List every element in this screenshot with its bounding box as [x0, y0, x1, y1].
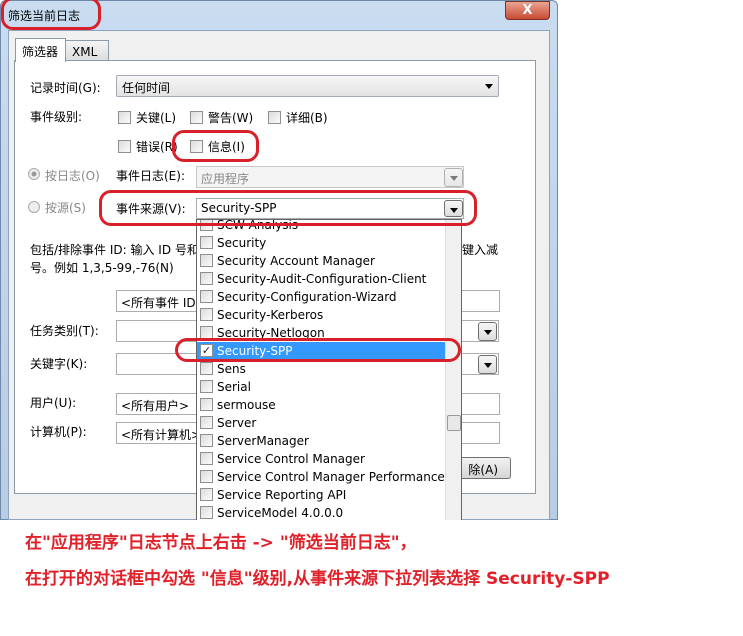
list-item[interactable]: Service Control Manager Performance: [197, 468, 445, 486]
checkbox[interactable]: [200, 398, 213, 411]
list-item-label: Service Control Manager: [217, 452, 365, 466]
list-item[interactable]: Security-Audit-Configuration-Client: [197, 270, 445, 288]
list-item[interactable]: Service Reporting API: [197, 486, 445, 504]
checkbox-critical[interactable]: [118, 111, 131, 124]
warning-label: 警告(W): [208, 111, 254, 125]
list-item-label: Service Reporting API: [217, 488, 347, 502]
checkbox[interactable]: [200, 290, 213, 303]
event-log-value: 应用程序: [201, 172, 250, 186]
checkbox[interactable]: [200, 308, 213, 321]
logged-value: 任何时间: [122, 81, 171, 95]
user-value: <所有用户>: [121, 399, 190, 413]
level-label: 事件级别:: [30, 110, 83, 124]
annotation-ring-title: [1, 0, 101, 30]
event-source-list[interactable]: SCW Analysis Security Security Account Man…: [196, 219, 462, 521]
radio-by-source[interactable]: [28, 201, 40, 213]
event-log-dropdown-button[interactable]: [444, 168, 463, 187]
checkbox[interactable]: [200, 236, 213, 249]
list-item[interactable]: Serial: [197, 378, 445, 396]
checkbox[interactable]: [200, 488, 213, 501]
list-item-label: Server: [217, 416, 257, 430]
radio-by-log[interactable]: [28, 168, 40, 180]
close-button[interactable]: X: [505, 1, 550, 20]
logged-combo[interactable]: 任何时间: [116, 75, 499, 97]
list-item[interactable]: sermouse: [197, 396, 445, 414]
include-text-line1: 包括/排除事件 ID: 输入 ID 号和: [30, 243, 199, 257]
checkbox[interactable]: [200, 272, 213, 285]
list-item-label: ServerManager: [217, 434, 309, 448]
list-item-label: ServiceModel 4.0.0.0: [217, 506, 344, 520]
list-item-label: sermouse: [217, 398, 276, 412]
by-log-label: 按日志(O): [45, 169, 100, 183]
checkbox[interactable]: [200, 470, 213, 483]
list-item[interactable]: Service Control Manager: [197, 450, 445, 468]
annotation-ring-event-source: [99, 190, 477, 226]
logged-label: 记录时间(G):: [30, 81, 101, 95]
checkbox-verbose[interactable]: [268, 111, 281, 124]
list-item[interactable]: ServerManager: [197, 432, 445, 450]
annotation-line1: 在"应用程序"日志节点上右击 -> "筛选当前日志"，: [25, 533, 417, 553]
checkbox-error[interactable]: [118, 140, 131, 153]
list-item-label: Security-Kerberos: [217, 308, 324, 322]
list-item[interactable]: Security: [197, 234, 445, 252]
list-item[interactable]: Server: [197, 414, 445, 432]
list-item-label: Sens: [217, 362, 246, 376]
annotation-note: 在"应用程序"日志节点上右击 -> "筛选当前日志"， 在打开的对话框中勾选 "…: [25, 520, 740, 600]
list-item[interactable]: ServiceModel 4.0.0.0: [197, 504, 445, 520]
clear-label: 除(A): [468, 463, 498, 477]
event-log-label: 事件日志(E):: [116, 169, 185, 183]
include-text-line1-tail: 键入减: [462, 243, 499, 257]
checkbox[interactable]: [200, 254, 213, 267]
task-category-label: 任务类别(T):: [30, 324, 99, 338]
checkbox[interactable]: [200, 380, 213, 393]
list-item-label: Serial: [217, 380, 251, 394]
user-label: 用户(U):: [30, 396, 77, 410]
include-text-line2: 号。例如 1,3,5-99,-76(N): [30, 261, 174, 275]
checkbox[interactable]: [200, 434, 213, 447]
checkbox[interactable]: [200, 452, 213, 465]
event-log-combo[interactable]: 应用程序: [196, 166, 464, 188]
list-item[interactable]: Security Account Manager: [197, 252, 445, 270]
tab-filter[interactable]: 筛选器: [15, 38, 66, 62]
checkbox[interactable]: [200, 362, 213, 375]
keywords-label: 关键字(K):: [30, 357, 88, 371]
by-source-label: 按源(S): [45, 201, 86, 215]
list-item[interactable]: Sens: [197, 360, 445, 378]
checkbox-warning[interactable]: [190, 111, 203, 124]
list-item-label: Security-Audit-Configuration-Client: [217, 272, 427, 286]
critical-label: 关键(L): [136, 111, 177, 125]
annotation-line2: 在打开的对话框中勾选 "信息"级别,从事件来源下拉列表选择 Security-S…: [25, 569, 610, 589]
event-id-placeholder: <所有事件 ID>: [121, 296, 206, 310]
task-category-dropdown-button[interactable]: [478, 322, 497, 341]
annotation-ring-security-spp: [175, 338, 461, 362]
list-item-label: Security: [217, 236, 267, 250]
annotation-ring-information: [172, 130, 259, 162]
chevron-down-icon: [485, 84, 493, 89]
verbose-label: 详细(B): [286, 111, 328, 125]
computer-label: 计算机(P):: [30, 425, 87, 439]
checkbox[interactable]: [200, 416, 213, 429]
scrollbar-thumb[interactable]: [447, 415, 461, 431]
list-item[interactable]: Security-Kerberos: [197, 306, 445, 324]
computer-value: <所有计算机>: [121, 428, 202, 442]
checkbox[interactable]: [200, 506, 213, 519]
list-item[interactable]: Security-Configuration-Wizard: [197, 288, 445, 306]
list-scrollbar[interactable]: [445, 220, 461, 520]
keywords-dropdown-button[interactable]: [478, 355, 497, 374]
tab-xml[interactable]: XML: [65, 40, 109, 61]
list-item-label: Security-Configuration-Wizard: [217, 290, 397, 304]
list-item-label: Service Control Manager Performance: [217, 470, 445, 484]
list-item-label: Security Account Manager: [217, 254, 375, 268]
